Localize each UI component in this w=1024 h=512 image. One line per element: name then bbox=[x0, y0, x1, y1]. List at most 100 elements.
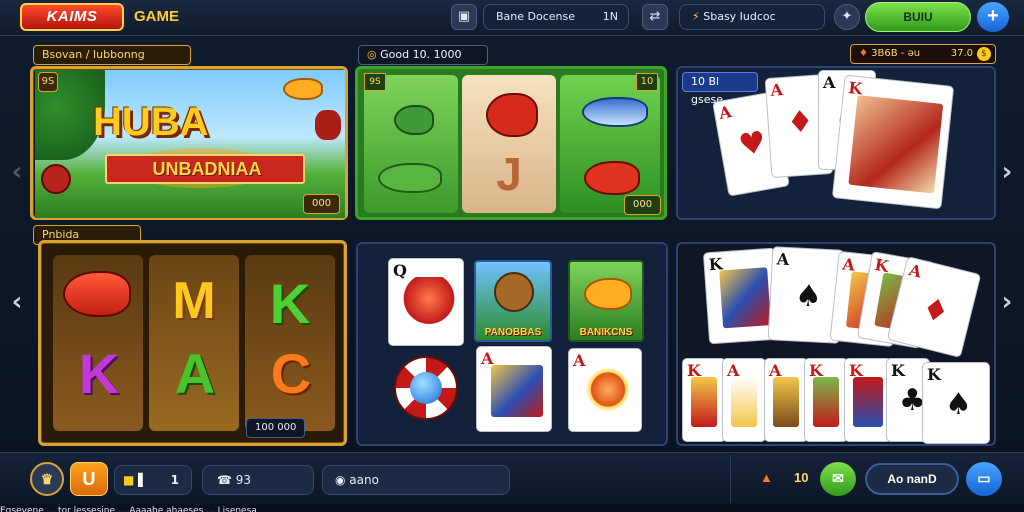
flame-icon: ▲ bbox=[760, 470, 773, 485]
search-bar[interactable]: Bane Docense 1N bbox=[483, 4, 629, 30]
location-field[interactable]: ◉ aano bbox=[322, 465, 510, 495]
fish-icon bbox=[63, 271, 131, 317]
badge-icon: 9S bbox=[38, 72, 58, 92]
add-button[interactable]: + bbox=[977, 2, 1009, 32]
monkey-portrait bbox=[583, 367, 633, 417]
mini-game-label: BANIKCNS bbox=[579, 327, 633, 338]
deposit-button[interactable]: BUIU bbox=[865, 2, 971, 32]
green-corner: 10 bbox=[636, 73, 658, 91]
playing-card: A bbox=[764, 358, 808, 442]
fish-icon bbox=[378, 163, 442, 193]
reel-2: M A bbox=[149, 255, 239, 431]
jackpot-left: 3B6B - ǝu bbox=[871, 48, 921, 59]
green-chip: 000 bbox=[624, 195, 662, 215]
chat-bubble-icon[interactable]: ✉ bbox=[820, 462, 856, 496]
fruit-icon bbox=[41, 164, 71, 194]
letter-a-symbol: A bbox=[174, 342, 216, 405]
green-game-label: Good 10. 1000 bbox=[380, 48, 462, 61]
card-art bbox=[491, 365, 543, 417]
brand-logo[interactable]: KAIMS bbox=[20, 3, 124, 31]
jackpot-bar: ♦ 3B6B - ǝu 37.0 $ bbox=[850, 44, 996, 64]
fish-icon bbox=[584, 161, 640, 195]
phone-icon: ☎ bbox=[217, 473, 236, 487]
featured-title: HUBA bbox=[93, 100, 209, 144]
camera-icon[interactable]: ▭ bbox=[966, 462, 1002, 496]
featured-tag: Bsovan / Iubbonng bbox=[33, 45, 191, 65]
swap-icon[interactable]: ⇄ bbox=[642, 4, 668, 30]
playing-card: K bbox=[682, 358, 726, 442]
playing-card: A bbox=[722, 358, 766, 442]
character-portrait bbox=[403, 277, 455, 331]
letter-c-symbol: C bbox=[270, 342, 312, 405]
chevron-right-icon[interactable]: › bbox=[996, 282, 1018, 322]
reel-1: K bbox=[53, 255, 143, 431]
mini-game-label: PANOBBAS bbox=[484, 327, 542, 338]
letter-m-symbol: M bbox=[172, 272, 216, 330]
wallet-pill[interactable]: ⚡ Sbasy Iudcoc bbox=[679, 4, 825, 30]
playing-card: K bbox=[804, 358, 848, 442]
game-lobby: KAIMS GAME ▣ Bane Docense 1N ⇄ ⚡ Sbasy I… bbox=[0, 0, 1024, 512]
frog-icon bbox=[394, 105, 434, 135]
letter-slot-card[interactable]: K M A K C bbox=[38, 240, 347, 446]
coin-count: 1 bbox=[170, 473, 179, 487]
chevron-left-icon[interactable]: ‹ bbox=[6, 282, 28, 322]
reel-2: J bbox=[462, 75, 556, 213]
king-portrait bbox=[848, 95, 944, 194]
divider bbox=[730, 455, 731, 503]
fish-slot-card[interactable]: J 9S 10 000 bbox=[355, 66, 667, 220]
featured-subtitle: UNBADNIAA bbox=[152, 159, 262, 179]
card-game-tag: 10 Bl gsese bbox=[682, 72, 758, 106]
coin-icon: $ bbox=[977, 47, 991, 61]
chevron-right-icon[interactable]: › bbox=[996, 152, 1018, 192]
lightning-icon: ⚡ bbox=[692, 10, 700, 23]
fish-icon bbox=[486, 93, 538, 137]
king-card: K bbox=[831, 74, 955, 210]
slot-chip: 100 000 bbox=[246, 418, 306, 438]
bear-icon bbox=[494, 272, 534, 312]
reel-3: K C bbox=[245, 255, 335, 431]
mini-games-panel: Q PANOBBAS BANIKCNS A A bbox=[356, 242, 668, 446]
letter-j-symbol: J bbox=[496, 148, 522, 200]
playing-card[interactable]: A bbox=[568, 348, 642, 432]
wallet-label: Sbasy Iudcoc bbox=[703, 10, 776, 23]
coin-field[interactable]: ■ ▌ 1 bbox=[114, 465, 192, 495]
trophy-icon[interactable]: ♛ bbox=[30, 462, 64, 496]
top-bar: KAIMS GAME ▣ Bane Docense 1N ⇄ ⚡ Sbasy I… bbox=[0, 0, 1024, 36]
chevron-left-icon[interactable]: ‹ bbox=[6, 152, 28, 192]
search-value: 1N bbox=[602, 10, 618, 23]
green-corner-left: 9S bbox=[364, 73, 386, 91]
chat-field[interactable]: ☎ 93 bbox=[202, 465, 314, 495]
poker-chip-icon[interactable] bbox=[394, 356, 458, 420]
letter-k-symbol: K bbox=[269, 272, 311, 335]
featured-chip: 000 bbox=[303, 194, 341, 214]
flame-icon: ♦ bbox=[859, 48, 872, 59]
bet-value: 10 bbox=[794, 470, 809, 485]
reel-1 bbox=[364, 75, 458, 213]
fruit-icon bbox=[315, 110, 341, 140]
chat-icon[interactable]: ▣ bbox=[451, 4, 477, 30]
brand-subtitle: GAME bbox=[134, 8, 179, 25]
green-game-tag: ◎ Good 10. 1000 bbox=[358, 45, 488, 65]
action-button[interactable]: Ao nanD bbox=[865, 463, 959, 495]
featured-banner[interactable]: HUBA UNBADNIAA 000 bbox=[35, 70, 345, 218]
card-table-panel[interactable]: K A ♠ A K A ♦ K A A K K K ♣ K ♠ bbox=[676, 242, 996, 446]
bear-game-tile[interactable]: PANOBBAS bbox=[474, 260, 552, 342]
fish-icon bbox=[283, 78, 323, 100]
letter-k-symbol: K bbox=[78, 342, 120, 405]
field-two-value: aano bbox=[349, 473, 379, 487]
fish-icon bbox=[584, 278, 632, 310]
card-game-panel[interactable]: 10 Bl gsese A♥ A♦ A♠ K bbox=[676, 66, 996, 220]
gift-icon[interactable]: ✦ bbox=[834, 4, 860, 30]
footer-text: Egsevene ... tor lessesine ... Aaaahe ah… bbox=[0, 504, 1024, 512]
playing-card[interactable]: A bbox=[476, 346, 552, 432]
location-pin-icon: ◉ bbox=[335, 473, 350, 487]
coin-icon: ■ bbox=[123, 473, 139, 487]
level-badge[interactable]: U bbox=[70, 462, 108, 496]
playing-card: K bbox=[844, 358, 892, 442]
featured-ribbon: UNBADNIAA bbox=[105, 154, 305, 184]
field-one-value: 93 bbox=[235, 473, 252, 487]
reel-3 bbox=[560, 75, 660, 213]
tuna-icon bbox=[582, 97, 648, 127]
playing-card[interactable]: Q bbox=[388, 258, 464, 346]
fish-game-tile[interactable]: BANIKCNS bbox=[568, 260, 644, 342]
